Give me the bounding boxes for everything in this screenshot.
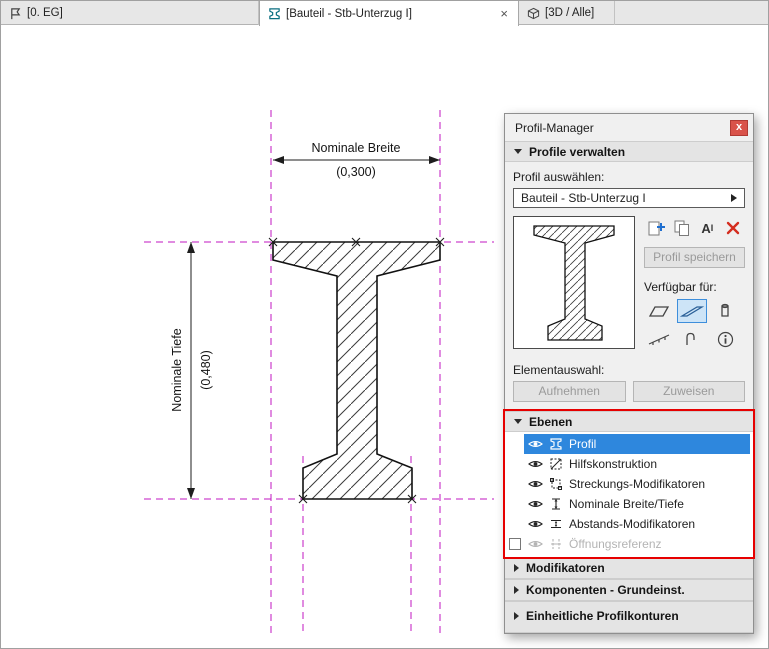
save-profile-button[interactable]: Profil speichern [644,247,745,268]
chevron-right-icon [514,586,519,594]
railing-icon[interactable] [644,327,674,351]
floor-plan-icon [9,7,22,20]
layer-label: Profil [569,437,597,451]
layer-label: Öffnungsreferenz [569,537,662,551]
profile-tab-icon [268,7,281,20]
opening-reference-icon [549,537,563,551]
layer-label: Nominale Breite/Tiefe [569,497,684,511]
chevron-down-icon [514,419,522,424]
stretch-modifier-icon [549,477,563,491]
app-window: [0. EG] [Bauteil - Stb-Unterzug I] × [3D… [0,0,769,649]
section-header-profilkonturen[interactable]: Einheitliche Profilkonturen [505,601,753,633]
preview-beam-outline [533,225,615,341]
chevron-right-icon [514,564,519,572]
arrow-left-icon [273,156,284,164]
layer-row-nominale-breite-tiefe[interactable]: Nominale Breite/Tiefe [505,494,753,514]
depth-dim-value: (0,480) [199,350,213,390]
beam-profile-shape[interactable] [272,241,441,500]
tab-label: [Bauteil - Stb-Unterzug I] [286,7,412,20]
delete-profile-icon[interactable] [721,217,745,239]
opening-reference-checkbox[interactable] [508,538,521,550]
layer-label: Abstands-Modifikatoren [569,517,696,531]
chevron-right-icon [514,612,519,620]
panel-close-button[interactable]: x [730,119,748,136]
profile-select-dropdown[interactable]: Bauteil - Stb-Unterzug I [513,188,745,208]
eye-icon[interactable] [528,539,543,549]
manage-section-content: Profil auswählen: Bauteil - Stb-Unterzug… [505,162,753,411]
pick-up-button[interactable]: Aufnehmen [513,381,626,402]
tab-profile-editor[interactable]: [Bauteil - Stb-Unterzug I] × [259,1,519,26]
beam-icon[interactable] [677,299,707,323]
layers-section-annotated: Ebenen Profil Hilfskonstruktion Streckun… [503,409,755,559]
section-label: Profile verwalten [529,144,626,159]
select-profile-label: Profil auswählen: [513,170,605,184]
profil-manager-panel: Profil-Manager x Profile verwalten Profi… [503,113,755,634]
offset-modifier-icon [549,517,563,531]
profile-select-value: Bauteil - Stb-Unterzug I [521,191,646,205]
chevron-down-icon [514,149,522,154]
eye-icon[interactable] [528,439,543,449]
helper-construction-icon [549,457,563,471]
cube-3d-icon [527,7,540,20]
section-label: Einheitliche Profilkonturen [526,609,679,623]
eye-icon[interactable] [528,519,543,529]
profile-preview [513,216,635,349]
tab-close-icon[interactable]: × [498,6,510,21]
element-selection-label: Elementauswahl: [513,363,605,377]
tab-label: [3D / Alle] [545,7,595,19]
tab-label: [0. EG] [27,7,63,19]
section-label: Komponenten - Grundeinst. [526,583,685,597]
chevron-right-icon [731,194,737,202]
info-icon[interactable] [710,327,740,351]
panel-title: Profil-Manager [515,120,594,135]
depth-dim-label: Nominale Tiefe [170,328,184,411]
layer-row-hilfskonstruktion[interactable]: Hilfskonstruktion [505,454,753,474]
assign-button[interactable]: Zuweisen [632,381,745,402]
nominal-size-icon [549,497,563,511]
tab-3d[interactable]: [3D / Alle] [519,1,615,25]
section-header-profile-verwalten[interactable]: Profile verwalten [505,141,753,162]
layer-label: Streckungs-Modifikatoren [569,477,706,491]
rename-icon-sup: I [710,223,714,233]
available-for-label: Verfügbar für: [644,280,717,294]
layer-row-abstands-modifikatoren[interactable]: Abstands-Modifikatoren [505,514,753,534]
nominal-guide-lines[interactable] [144,110,494,633]
new-profile-icon[interactable] [644,217,668,239]
section-label: Ebenen [529,414,573,429]
section-header-komponenten[interactable]: Komponenten - Grundeinst. [505,579,753,601]
arrow-right-icon [429,156,440,164]
rename-profile-icon[interactable]: AI [695,217,719,239]
column-icon[interactable] [710,299,740,323]
layer-label: Hilfskonstruktion [569,457,658,471]
layer-row-profil[interactable]: Profil [505,434,753,454]
tab-bar: [0. EG] [Bauteil - Stb-Unterzug I] × [3D… [1,1,768,26]
eye-icon[interactable] [528,479,543,489]
wall-icon[interactable] [644,299,674,323]
rename-icon-letter: A [701,220,711,236]
eye-icon[interactable] [528,499,543,509]
layer-row-streckungs-modifikatoren[interactable]: Streckungs-Modifikatoren [505,474,753,494]
arrow-up-icon [187,242,195,253]
handrail-icon[interactable] [677,327,707,351]
width-dim-value: (0,300) [336,165,376,179]
layer-list: Profil Hilfskonstruktion Streckungs-Modi… [505,432,753,557]
section-label: Modifikatoren [526,561,605,575]
available-for-grid [644,299,745,351]
duplicate-profile-icon[interactable] [670,217,694,239]
layer-row-oeffnungsreferenz[interactable]: Öffnungsreferenz [505,534,753,554]
arrow-down-icon [187,488,195,499]
eye-icon[interactable] [528,459,543,469]
section-header-ebenen[interactable]: Ebenen [505,411,753,432]
tab-floor-plan[interactable]: [0. EG] [1,1,259,25]
width-dim-label: Nominale Breite [312,141,401,155]
width-dimension[interactable]: Nominale Breite (0,300) [273,141,440,179]
depth-dimension[interactable]: Nominale Tiefe (0,480) [170,242,213,499]
section-header-modifikatoren[interactable]: Modifikatoren [505,557,753,579]
panel-titlebar[interactable]: Profil-Manager x [505,114,753,141]
beam-outline [272,241,441,500]
collapsed-sections: Modifikatoren Komponenten - Grundeinst. … [505,557,753,633]
profile-layer-icon [549,437,563,451]
